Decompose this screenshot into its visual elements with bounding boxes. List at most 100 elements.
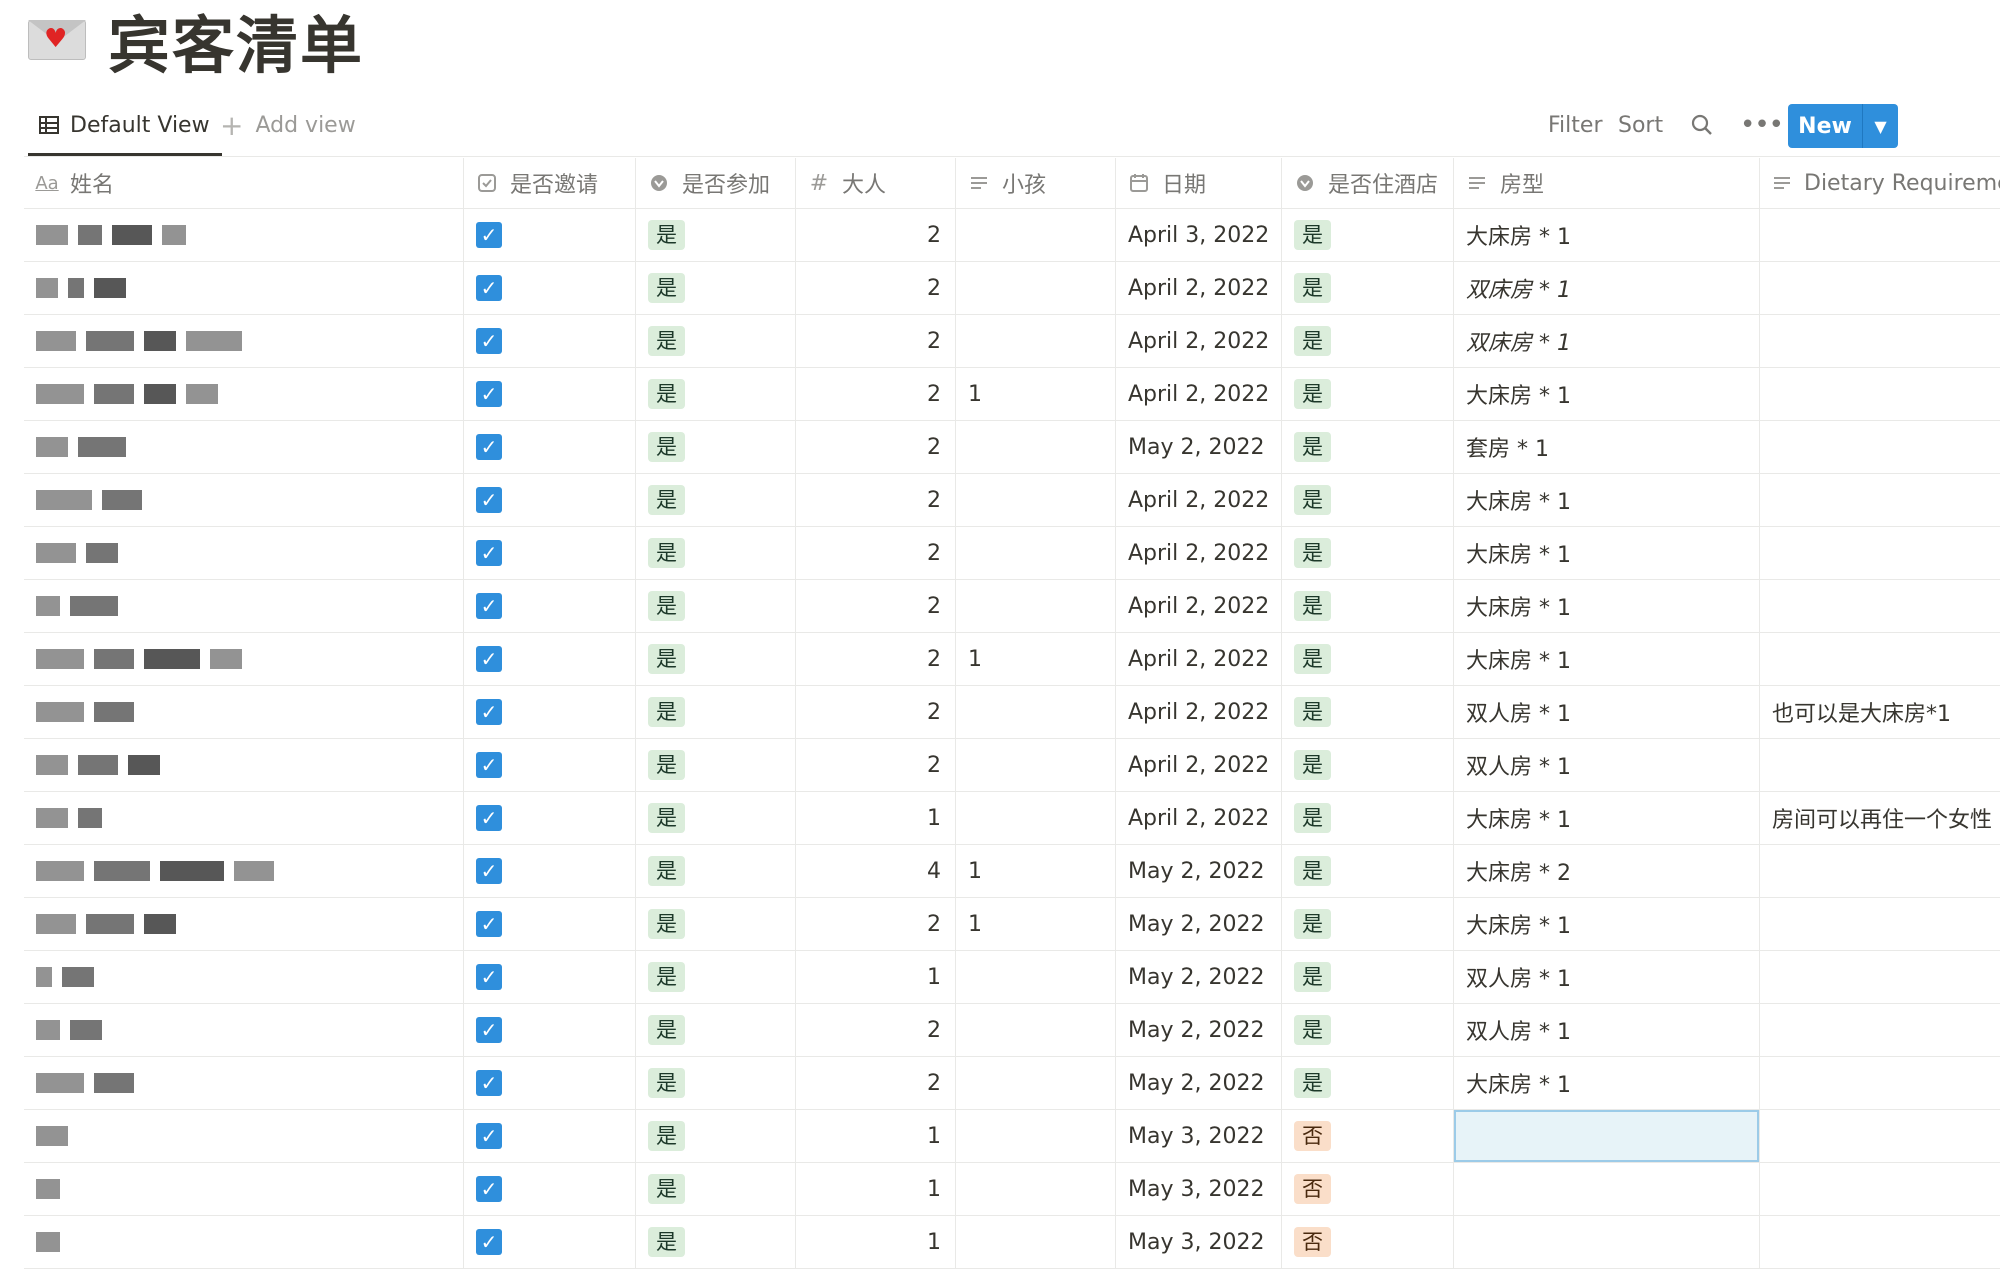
guest-name-cell[interactable] <box>24 1057 464 1109</box>
hotel-cell[interactable]: 是 <box>1282 580 1454 632</box>
invited-checkbox[interactable]: ✓ <box>476 328 502 354</box>
guest-name-cell[interactable] <box>24 1110 464 1162</box>
dietary-cell[interactable] <box>1760 1004 2000 1056</box>
table-row[interactable]: ✓ 是 1 May 3, 2022 否 <box>24 1216 2000 1269</box>
table-row[interactable]: ✓ 是 2 April 2, 2022 是 双人房 * 1 也可以是大床房*1 <box>24 686 2000 739</box>
column-header-attend[interactable]: 是否参加 <box>636 158 796 208</box>
guest-name-cell[interactable] <box>24 686 464 738</box>
room-type-cell[interactable]: 双人房 * 1 <box>1454 951 1760 1003</box>
hotel-cell[interactable]: 是 <box>1282 527 1454 579</box>
attend-cell[interactable]: 是 <box>636 951 796 1003</box>
date-cell[interactable]: May 3, 2022 <box>1116 1216 1282 1268</box>
kids-cell[interactable] <box>956 1057 1116 1109</box>
room-type-cell[interactable]: 大床房 * 1 <box>1454 1057 1760 1109</box>
invited-checkbox[interactable]: ✓ <box>476 1017 502 1043</box>
guest-name-cell[interactable] <box>24 368 464 420</box>
invited-checkbox[interactable]: ✓ <box>476 593 502 619</box>
hotel-cell[interactable]: 是 <box>1282 1057 1454 1109</box>
attend-cell[interactable]: 是 <box>636 739 796 791</box>
guest-name-cell[interactable] <box>24 1216 464 1268</box>
date-cell[interactable]: May 2, 2022 <box>1116 1057 1282 1109</box>
table-row[interactable]: ✓ 是 2 April 2, 2022 是 大床房 * 1 <box>24 580 2000 633</box>
hotel-cell[interactable]: 否 <box>1282 1163 1454 1215</box>
dietary-cell[interactable] <box>1760 368 2000 420</box>
kids-cell[interactable] <box>956 739 1116 791</box>
room-type-cell[interactable]: 双人房 * 1 <box>1454 686 1760 738</box>
hotel-cell[interactable]: 是 <box>1282 315 1454 367</box>
dietary-cell[interactable]: 也可以是大床房*1 <box>1760 686 2000 738</box>
adults-cell[interactable]: 1 <box>796 792 956 844</box>
dietary-cell[interactable] <box>1760 527 2000 579</box>
kids-cell[interactable] <box>956 1216 1116 1268</box>
table-row[interactable]: ✓ 是 2 April 2, 2022 是 双床房 * 1 <box>24 315 2000 368</box>
adults-cell[interactable]: 1 <box>796 951 956 1003</box>
kids-cell[interactable] <box>956 580 1116 632</box>
invited-checkbox[interactable]: ✓ <box>476 1229 502 1255</box>
adults-cell[interactable]: 2 <box>796 1004 956 1056</box>
table-row[interactable]: ✓ 是 4 1 May 2, 2022 是 大床房 * 2 <box>24 845 2000 898</box>
adults-cell[interactable]: 2 <box>796 686 956 738</box>
sort-button[interactable]: Sort <box>1618 100 1663 150</box>
attend-cell[interactable]: 是 <box>636 633 796 685</box>
search-button[interactable] <box>1690 100 1714 150</box>
invited-checkbox[interactable]: ✓ <box>476 964 502 990</box>
table-row[interactable]: ✓ 是 1 May 2, 2022 是 双人房 * 1 <box>24 951 2000 1004</box>
room-type-cell[interactable]: 大床房 * 1 <box>1454 368 1760 420</box>
kids-cell[interactable] <box>956 792 1116 844</box>
hotel-cell[interactable]: 是 <box>1282 845 1454 897</box>
kids-cell[interactable] <box>956 262 1116 314</box>
room-type-cell[interactable]: 大床房 * 1 <box>1454 527 1760 579</box>
hotel-cell[interactable]: 是 <box>1282 368 1454 420</box>
column-header-dietary[interactable]: Dietary Requiremen <box>1760 158 2000 208</box>
column-header-kids[interactable]: 小孩 <box>956 158 1116 208</box>
adults-cell[interactable]: 2 <box>796 580 956 632</box>
column-header-invited[interactable]: 是否邀请 <box>464 158 636 208</box>
kids-cell[interactable] <box>956 686 1116 738</box>
adults-cell[interactable]: 2 <box>796 368 956 420</box>
guest-name-cell[interactable] <box>24 1004 464 1056</box>
hotel-cell[interactable]: 是 <box>1282 792 1454 844</box>
date-cell[interactable]: April 2, 2022 <box>1116 686 1282 738</box>
dietary-cell[interactable] <box>1760 1163 2000 1215</box>
table-row[interactable]: ✓ 是 2 May 2, 2022 是 套房 * 1 <box>24 421 2000 474</box>
column-header-name[interactable]: Aa 姓名 <box>24 158 464 208</box>
hotel-cell[interactable]: 是 <box>1282 209 1454 261</box>
date-cell[interactable]: May 2, 2022 <box>1116 845 1282 897</box>
invited-checkbox[interactable]: ✓ <box>476 911 502 937</box>
kids-cell[interactable] <box>956 209 1116 261</box>
attend-cell[interactable]: 是 <box>636 474 796 526</box>
dietary-cell[interactable] <box>1760 1216 2000 1268</box>
table-row[interactable]: ✓ 是 2 May 2, 2022 是 大床房 * 1 <box>24 1057 2000 1110</box>
new-button[interactable]: New ▼ <box>1788 104 1898 148</box>
dietary-cell[interactable] <box>1760 580 2000 632</box>
table-row[interactable]: ✓ 是 2 1 April 2, 2022 是 大床房 * 1 <box>24 633 2000 686</box>
date-cell[interactable]: May 2, 2022 <box>1116 951 1282 1003</box>
column-header-hotel[interactable]: 是否住酒店 <box>1282 158 1454 208</box>
date-cell[interactable]: May 2, 2022 <box>1116 421 1282 473</box>
kids-cell[interactable] <box>956 1163 1116 1215</box>
room-type-cell[interactable]: 双床房 * 1 <box>1454 262 1760 314</box>
room-type-cell[interactable]: 大床房 * 2 <box>1454 845 1760 897</box>
hotel-cell[interactable]: 是 <box>1282 474 1454 526</box>
adults-cell[interactable]: 2 <box>796 1057 956 1109</box>
invited-checkbox[interactable]: ✓ <box>476 1176 502 1202</box>
date-cell[interactable]: April 2, 2022 <box>1116 474 1282 526</box>
adults-cell[interactable]: 2 <box>796 633 956 685</box>
adults-cell[interactable]: 1 <box>796 1163 956 1215</box>
attend-cell[interactable]: 是 <box>636 421 796 473</box>
guest-name-cell[interactable] <box>24 898 464 950</box>
dietary-cell[interactable] <box>1760 1057 2000 1109</box>
hotel-cell[interactable]: 否 <box>1282 1110 1454 1162</box>
attend-cell[interactable]: 是 <box>636 898 796 950</box>
attend-cell[interactable]: 是 <box>636 1110 796 1162</box>
guest-name-cell[interactable] <box>24 792 464 844</box>
hotel-cell[interactable]: 是 <box>1282 739 1454 791</box>
attend-cell[interactable]: 是 <box>636 580 796 632</box>
hotel-cell[interactable]: 是 <box>1282 633 1454 685</box>
more-options-button[interactable]: ••• <box>1740 100 1784 150</box>
guest-name-cell[interactable] <box>24 1163 464 1215</box>
dietary-cell[interactable] <box>1760 845 2000 897</box>
invited-checkbox[interactable]: ✓ <box>476 275 502 301</box>
kids-cell[interactable] <box>956 1110 1116 1162</box>
room-type-cell[interactable]: 双人房 * 1 <box>1454 1004 1760 1056</box>
